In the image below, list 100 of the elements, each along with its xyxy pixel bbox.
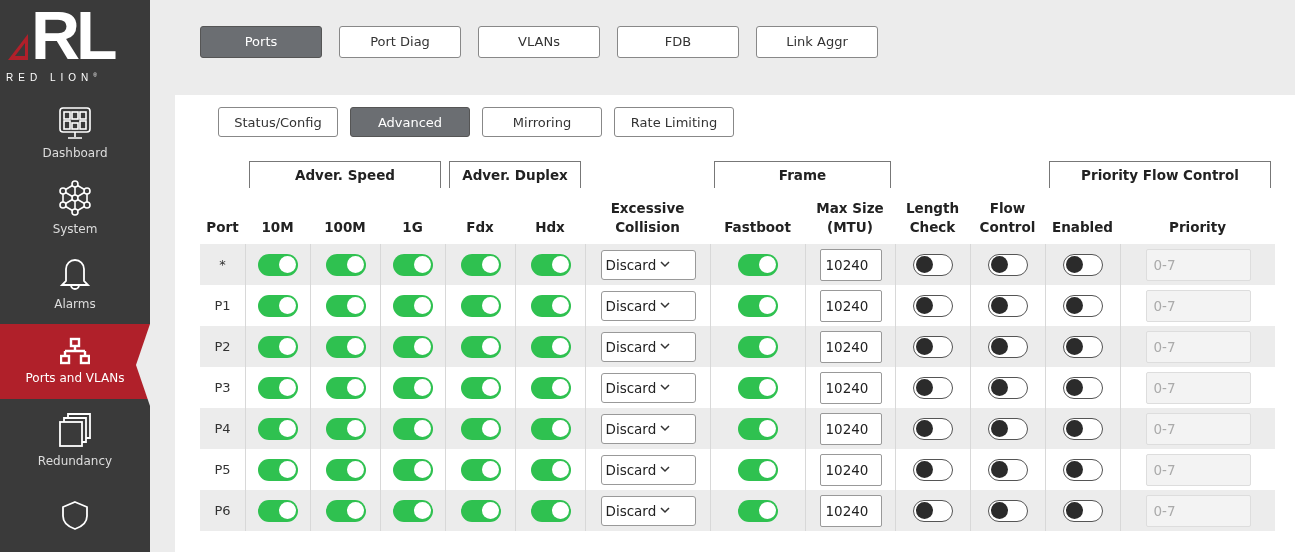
toggle-switch[interactable] — [258, 335, 298, 358]
toggle-switch[interactable] — [530, 294, 571, 317]
nav-tab[interactable]: FDB — [617, 25, 739, 58]
toggle-switch[interactable] — [913, 294, 953, 317]
collision-select[interactable]: Discard — [600, 495, 696, 526]
toggle-switch[interactable] — [393, 253, 433, 276]
toggle-switch[interactable] — [460, 376, 501, 399]
network-node-icon — [58, 179, 92, 216]
toggle-switch[interactable] — [1063, 253, 1103, 276]
toggle-switch[interactable] — [258, 417, 298, 440]
toggle-switch[interactable] — [393, 458, 433, 481]
toggle-switch[interactable] — [1063, 499, 1103, 522]
sub-tab[interactable]: Advanced — [350, 107, 470, 137]
toggle-switch[interactable] — [1063, 458, 1103, 481]
column-header: Length Check — [904, 198, 961, 238]
nav-tab[interactable]: Port Diag — [339, 25, 461, 58]
chevron-down-icon — [660, 261, 671, 268]
toggle-switch[interactable] — [530, 376, 571, 399]
toggle-switch[interactable] — [258, 499, 298, 522]
toggle-switch[interactable] — [325, 499, 366, 522]
toggle-switch[interactable] — [460, 335, 501, 358]
toggle-switch[interactable] — [460, 294, 501, 317]
toggle-switch[interactable] — [988, 253, 1028, 276]
column-header: Fastboot — [723, 218, 792, 238]
toggle-switch[interactable] — [258, 376, 298, 399]
group-header: Frame — [714, 161, 891, 188]
toggle-switch[interactable] — [988, 499, 1028, 522]
brand-name: RED LION$^{®}$ — [6, 72, 97, 84]
toggle-switch[interactable] — [258, 253, 298, 276]
toggle-switch[interactable] — [325, 458, 366, 481]
mtu-input[interactable]: 10240 — [819, 248, 882, 281]
collision-select[interactable]: Discard — [600, 413, 696, 444]
toggle-switch[interactable] — [325, 417, 366, 440]
collision-select[interactable]: Discard — [600, 331, 696, 362]
toggle-switch[interactable] — [393, 294, 433, 317]
toggle-switch[interactable] — [325, 253, 366, 276]
toggle-switch[interactable] — [738, 294, 778, 317]
mtu-input[interactable]: 10240 — [819, 371, 882, 404]
toggle-switch[interactable] — [913, 499, 953, 522]
toggle-switch[interactable] — [393, 335, 433, 358]
toggle-switch[interactable] — [460, 253, 501, 276]
nav-tab[interactable]: Ports — [200, 25, 322, 58]
toggle-switch[interactable] — [530, 499, 571, 522]
toggle-switch[interactable] — [738, 376, 778, 399]
sidebar-item[interactable]: Dashboard — [0, 95, 150, 171]
sidebar-item[interactable]: System — [0, 170, 150, 246]
toggle-switch[interactable] — [738, 499, 778, 522]
column-header: 100M — [323, 218, 367, 238]
toggle-switch[interactable] — [393, 417, 433, 440]
toggle-switch[interactable] — [988, 294, 1028, 317]
toggle-switch[interactable] — [913, 376, 953, 399]
toggle-switch[interactable] — [738, 253, 778, 276]
sub-tab[interactable]: Mirroring — [482, 107, 602, 137]
toggle-switch[interactable] — [988, 458, 1028, 481]
toggle-switch[interactable] — [1063, 335, 1103, 358]
toggle-switch[interactable] — [460, 458, 501, 481]
toggle-switch[interactable] — [988, 335, 1028, 358]
toggle-switch[interactable] — [393, 376, 433, 399]
toggle-switch[interactable] — [988, 417, 1028, 440]
sidebar-item[interactable]: Redundancy — [0, 402, 150, 478]
mtu-input[interactable]: 10240 — [819, 494, 882, 527]
nav-tab[interactable]: VLANs — [478, 25, 600, 58]
toggle-switch[interactable] — [913, 417, 953, 440]
toggle-switch[interactable] — [530, 253, 571, 276]
toggle-switch[interactable] — [393, 499, 433, 522]
toggle-switch[interactable] — [1063, 376, 1103, 399]
sub-tab[interactable]: Rate Limiting — [614, 107, 734, 137]
toggle-switch[interactable] — [913, 335, 953, 358]
toggle-switch[interactable] — [325, 376, 366, 399]
toggle-switch[interactable] — [738, 458, 778, 481]
collision-select[interactable]: Discard — [600, 372, 696, 403]
nav-tab[interactable]: Link Aggr — [756, 25, 878, 58]
mtu-input[interactable]: 10240 — [819, 330, 882, 363]
collision-select[interactable]: Discard — [600, 454, 696, 485]
toggle-switch[interactable] — [913, 458, 953, 481]
mtu-input[interactable]: 10240 — [819, 412, 882, 445]
toggle-switch[interactable] — [258, 458, 298, 481]
toggle-switch[interactable] — [1063, 294, 1103, 317]
toggle-switch[interactable] — [530, 458, 571, 481]
sidebar-item[interactable]: Alarms — [0, 245, 150, 320]
toggle-switch[interactable] — [738, 417, 778, 440]
column-header: Port — [205, 218, 240, 238]
collision-select[interactable]: Discard — [600, 249, 696, 280]
toggle-switch[interactable] — [325, 335, 366, 358]
sub-tab[interactable]: Status/Config — [218, 107, 338, 137]
toggle-switch[interactable] — [258, 294, 298, 317]
mtu-input[interactable]: 10240 — [819, 453, 882, 486]
toggle-switch[interactable] — [738, 335, 778, 358]
toggle-switch[interactable] — [988, 376, 1028, 399]
toggle-switch[interactable] — [1063, 417, 1103, 440]
toggle-switch[interactable] — [530, 417, 571, 440]
toggle-switch[interactable] — [460, 499, 501, 522]
toggle-switch[interactable] — [913, 253, 953, 276]
column-header: Priority — [1168, 218, 1227, 238]
toggle-switch[interactable] — [460, 417, 501, 440]
toggle-switch[interactable] — [530, 335, 571, 358]
logo-mark: RL — [31, 4, 114, 66]
mtu-input[interactable]: 10240 — [819, 289, 882, 322]
toggle-switch[interactable] — [325, 294, 366, 317]
collision-select[interactable]: Discard — [600, 290, 696, 321]
